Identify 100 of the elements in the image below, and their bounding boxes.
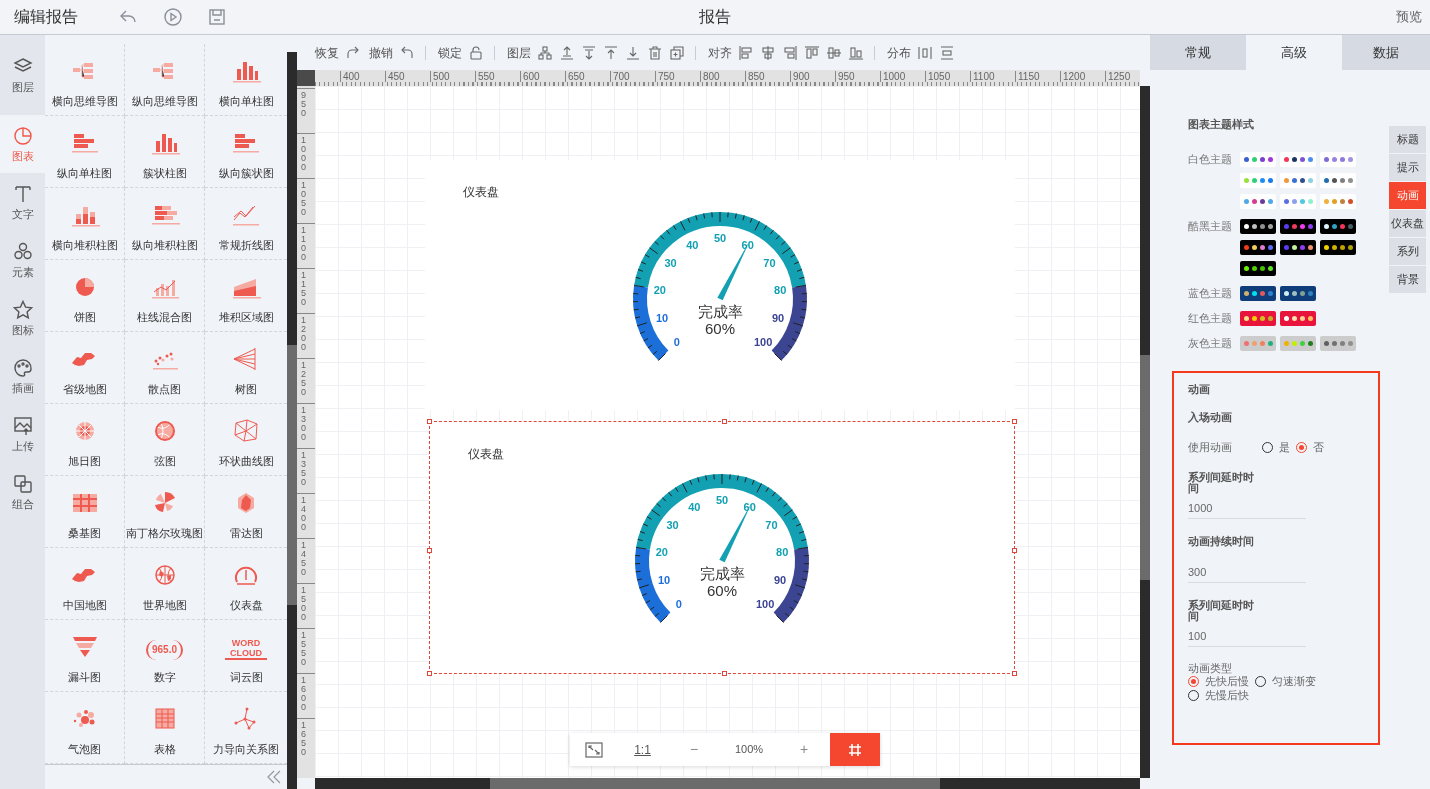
chart-type-item[interactable]: 表格: [125, 692, 205, 764]
zoom-in-button[interactable]: +: [778, 733, 830, 766]
resize-handle[interactable]: [427, 419, 432, 424]
rail-tab[interactable]: 组合: [0, 463, 45, 521]
theme-swatch[interactable]: [1240, 194, 1276, 209]
resize-handle[interactable]: [427, 671, 432, 676]
rail-tab[interactable]: 插画: [0, 347, 45, 405]
chart-type-item[interactable]: 饼图: [45, 260, 125, 332]
chart-type-item[interactable]: 纵向堆积柱图: [125, 188, 205, 260]
distribute-horizontal-icon[interactable]: [917, 44, 933, 61]
chart-type-item[interactable]: 旭日图: [45, 404, 125, 476]
chart-type-item[interactable]: 横向思维导图: [45, 44, 125, 116]
bring-to-front-icon[interactable]: [603, 44, 619, 61]
theme-swatch[interactable]: [1280, 240, 1316, 255]
scrollbar[interactable]: [1140, 86, 1150, 778]
theme-swatch[interactable]: [1280, 219, 1316, 234]
theme-swatch[interactable]: [1320, 173, 1356, 188]
chart-card[interactable]: 仪表盘 0 10 20 30 40 50 60 70 80 90 100 完成率 60%: [425, 160, 1015, 410]
align-right-icon[interactable]: [782, 44, 798, 61]
chart-type-item[interactable]: 南丁格尔玫瑰图: [125, 476, 205, 548]
align-center-icon[interactable]: [760, 44, 776, 61]
theme-swatch[interactable]: [1320, 219, 1356, 234]
theme-swatch[interactable]: [1280, 311, 1316, 326]
rail-tab[interactable]: 文字: [0, 173, 45, 231]
side-tab[interactable]: 标题: [1389, 126, 1426, 153]
resize-handle[interactable]: [427, 547, 432, 553]
resize-handle[interactable]: [1012, 547, 1017, 553]
send-to-back-icon[interactable]: [625, 44, 641, 61]
side-tab[interactable]: 背景: [1389, 266, 1426, 293]
align-left-icon[interactable]: [738, 44, 754, 61]
chart-type-item[interactable]: 中国地图: [45, 548, 125, 620]
grid-toggle-button[interactable]: [830, 733, 880, 766]
theme-swatch[interactable]: [1280, 194, 1316, 209]
panel-tab[interactable]: 常规: [1150, 35, 1246, 70]
chart-type-item[interactable]: 漏斗图: [45, 620, 125, 692]
theme-swatch[interactable]: [1280, 286, 1316, 301]
scrollbar[interactable]: [287, 52, 297, 789]
bring-forward-icon[interactable]: [559, 44, 575, 61]
theme-swatch[interactable]: [1240, 240, 1276, 255]
zoom-out-button[interactable]: −: [668, 733, 720, 766]
theme-swatch[interactable]: [1240, 261, 1276, 276]
theme-swatch[interactable]: [1280, 336, 1316, 351]
side-tab[interactable]: 动画: [1389, 182, 1426, 209]
theme-swatch[interactable]: [1240, 286, 1276, 301]
theme-swatch[interactable]: [1280, 173, 1316, 188]
send-backward-icon[interactable]: [581, 44, 597, 61]
chart-type-item[interactable]: 世界地图: [125, 548, 205, 620]
theme-swatch[interactable]: [1240, 219, 1276, 234]
chart-type-item[interactable]: 散点图: [125, 332, 205, 404]
theme-swatch[interactable]: [1240, 336, 1276, 351]
rail-tab[interactable]: 上传: [0, 405, 45, 463]
chart-type-item[interactable]: 965.0 数字: [125, 620, 205, 692]
undo-icon[interactable]: [399, 44, 415, 61]
hierarchy-icon[interactable]: [537, 44, 553, 61]
theme-swatch[interactable]: [1320, 152, 1356, 167]
preview-link[interactable]: 预览: [1396, 7, 1422, 27]
lock-icon[interactable]: [468, 44, 484, 61]
chart-type-item[interactable]: 桑基图: [45, 476, 125, 548]
chart-type-item[interactable]: 簇状柱图: [125, 116, 205, 188]
chart-card[interactable]: 仪表盘 0 10 20 30 40 50 60 70 80 90 100 完成率 60%: [429, 421, 1015, 674]
resize-handle[interactable]: [722, 419, 727, 424]
play-icon[interactable]: [163, 7, 183, 27]
panel-tab[interactable]: 数据: [1342, 35, 1430, 70]
theme-swatch[interactable]: [1320, 240, 1356, 255]
theme-swatch[interactable]: [1240, 152, 1276, 167]
theme-swatch[interactable]: [1320, 194, 1356, 209]
side-tab[interactable]: 仪表盘: [1389, 210, 1426, 237]
input-field[interactable]: 100: [1188, 625, 1306, 647]
redo-icon[interactable]: [345, 44, 361, 61]
rail-tab[interactable]: 元素: [0, 231, 45, 289]
theme-swatch[interactable]: [1240, 311, 1276, 326]
align-top-icon[interactable]: [804, 44, 820, 61]
align-bottom-icon[interactable]: [848, 44, 864, 61]
rail-tab[interactable]: 图层: [0, 35, 45, 115]
distribute-vertical-icon[interactable]: [939, 44, 955, 61]
resize-handle[interactable]: [1012, 671, 1017, 676]
chart-type-item[interactable]: 弦图: [125, 404, 205, 476]
chart-type-item[interactable]: 柱线混合图: [125, 260, 205, 332]
duplicate-icon[interactable]: [669, 44, 685, 61]
theme-swatch[interactable]: [1280, 152, 1316, 167]
actual-size-button[interactable]: 1:1: [617, 733, 668, 766]
chart-type-item[interactable]: 省级地图: [45, 332, 125, 404]
resize-handle[interactable]: [1012, 419, 1017, 424]
input-field[interactable]: 1000: [1188, 497, 1306, 519]
side-tab[interactable]: 系列: [1389, 238, 1426, 265]
side-tab[interactable]: 提示: [1389, 154, 1426, 181]
delete-icon[interactable]: [647, 44, 663, 61]
theme-swatch[interactable]: [1320, 336, 1356, 351]
chart-type-item[interactable]: 纵向思维导图: [125, 44, 205, 116]
save-icon[interactable]: [207, 7, 227, 27]
input-field[interactable]: 300: [1188, 561, 1306, 583]
align-middle-icon[interactable]: [826, 44, 842, 61]
chart-type-item[interactable]: 气泡图: [45, 692, 125, 764]
chart-type-item[interactable]: 纵向单柱图: [45, 116, 125, 188]
scrollbar[interactable]: [315, 778, 1140, 789]
collapse-icon[interactable]: [267, 770, 281, 784]
theme-swatch[interactable]: [1240, 173, 1276, 188]
rail-tab[interactable]: 图标: [0, 289, 45, 347]
resize-handle[interactable]: [722, 671, 727, 676]
chart-type-item[interactable]: 横向堆积柱图: [45, 188, 125, 260]
